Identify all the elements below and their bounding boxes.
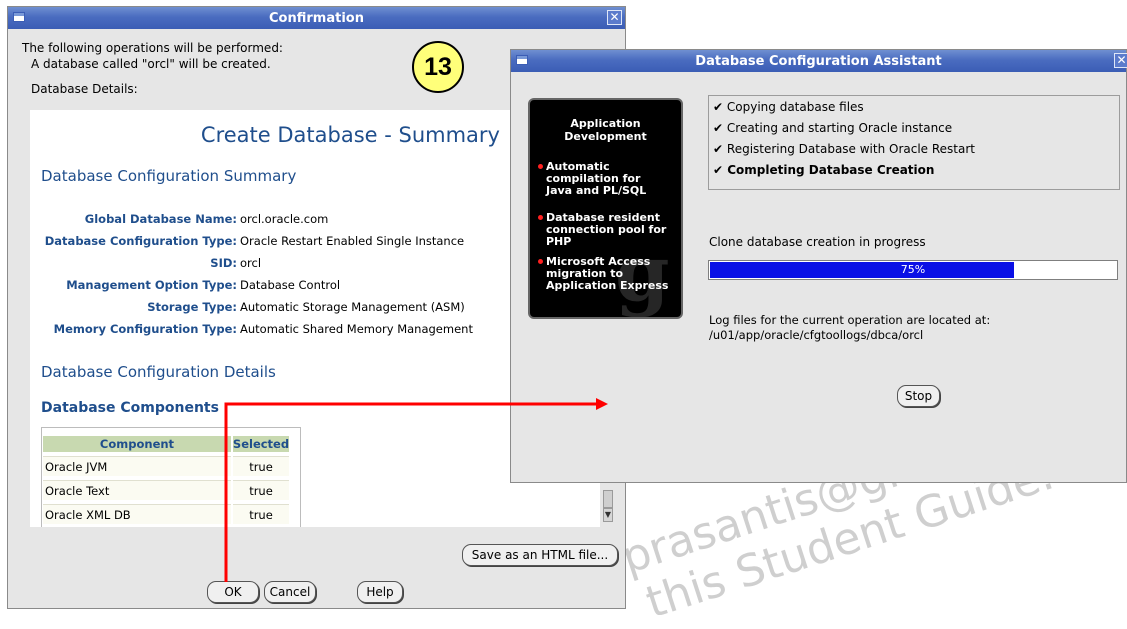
table-cell-selected: true	[233, 504, 289, 524]
window-menu-icon[interactable]	[13, 12, 25, 22]
progress-steps-list: ✔ Copying database files ✔ Creating and …	[708, 95, 1120, 190]
bullet-icon	[538, 259, 543, 264]
ad-item-line: PHP	[546, 235, 572, 248]
step-item: ✔ Copying database files	[713, 100, 864, 114]
intro-text: The following operations will be perform…	[22, 41, 283, 55]
field-label: Management Option Type:	[66, 278, 237, 292]
table-cell-selected: true	[233, 480, 289, 500]
scroll-down-arrow-icon[interactable]: ▼	[603, 508, 613, 522]
dbca-title: Database Configuration Assistant	[695, 53, 942, 69]
database-created-text: A database called "orcl" will be created…	[31, 57, 271, 71]
progress-bar: 75%	[708, 260, 1118, 280]
progress-percent-label: 75%	[900, 263, 926, 276]
field-value: Automatic Storage Management (ASM)	[240, 300, 465, 314]
ad-feature-item: Database resident connection pool for PH…	[538, 212, 666, 248]
ad-title-line: Development	[564, 130, 647, 143]
table-cell-component: Oracle Text	[43, 480, 231, 500]
bullet-icon	[538, 215, 543, 220]
table-cell-component: Oracle XML DB	[43, 504, 231, 524]
step-item-current: ✔ Completing Database Creation	[713, 163, 934, 177]
field-label: Global Database Name:	[84, 212, 237, 226]
config-summary-heading: Database Configuration Summary	[41, 167, 297, 185]
database-details-label: Database Details:	[31, 82, 138, 96]
ad-item-line: Application Express	[546, 279, 669, 292]
scrollbar-thumb[interactable]	[603, 490, 613, 508]
confirmation-titlebar: Confirmation ✕	[8, 7, 625, 29]
check-icon: ✔	[713, 142, 724, 156]
summary-title: Create Database - Summary	[200, 123, 500, 147]
ad-feature-item: Microsoft Access migration to Applicatio…	[538, 256, 669, 292]
field-value: orcl.oracle.com	[240, 212, 329, 226]
config-details-heading: Database Configuration Details	[41, 363, 276, 381]
field-label: Database Configuration Type:	[44, 234, 237, 248]
step-label: Copying database files	[726, 100, 864, 114]
table-header-selected: Selected	[232, 436, 290, 452]
table-cell-component: Oracle JVM	[43, 456, 231, 476]
step-number-badge: 13	[412, 41, 464, 93]
close-icon[interactable]: ✕	[607, 10, 622, 25]
components-table: Component Selected Oracle JVM true Oracl…	[41, 427, 301, 527]
window-menu-icon[interactable]	[516, 55, 528, 65]
components-heading: Database Components	[41, 400, 219, 416]
stop-button[interactable]: Stop	[897, 385, 940, 407]
table-cell-selected: true	[233, 456, 289, 476]
step-item: ✔ Creating and starting Oracle instance	[713, 121, 952, 135]
save-as-html-button[interactable]: Save as an HTML file...	[462, 544, 618, 566]
field-value: Database Control	[240, 278, 341, 292]
application-development-panel: g Application Development Automatic comp…	[528, 98, 683, 319]
ad-item-line: Java and PL/SQL	[546, 184, 647, 197]
confirmation-title: Confirmation	[269, 10, 364, 26]
close-icon[interactable]: ✕	[1114, 53, 1127, 68]
ad-title-line: Application	[570, 117, 641, 130]
ok-button[interactable]: OK	[207, 581, 259, 603]
check-icon: ✔	[713, 121, 724, 135]
check-icon: ✔	[713, 100, 724, 114]
step-label: Creating and starting Oracle instance	[726, 121, 953, 135]
status-text: Clone database creation in progress	[709, 235, 926, 249]
log-files-text: Log files for the current operation are …	[709, 313, 991, 327]
bullet-icon	[538, 164, 543, 169]
ad-feature-item: Automatic compilation for Java and PL/SQ…	[538, 161, 647, 197]
step-label: Completing Database Creation	[727, 163, 935, 177]
table-header-component: Component	[43, 436, 231, 452]
dbca-window: Database Configuration Assistant ✕ g App…	[510, 49, 1127, 483]
cancel-button[interactable]: Cancel	[264, 581, 316, 603]
field-label: Memory Configuration Type:	[53, 322, 237, 336]
field-value: Automatic Shared Memory Management	[240, 322, 473, 336]
field-value: orcl	[240, 256, 262, 270]
field-label: Storage Type:	[147, 300, 237, 314]
ad-panel-title: Application Development	[530, 117, 681, 143]
step-label: Registering Database with Oracle Restart	[726, 142, 976, 156]
field-label: SID:	[210, 256, 237, 270]
field-value: Oracle Restart Enabled Single Instance	[240, 234, 465, 248]
dbca-titlebar: Database Configuration Assistant ✕	[511, 50, 1127, 72]
check-icon: ✔	[713, 163, 724, 177]
log-files-path: /u01/app/oracle/cfgtoollogs/dbca/orcl	[709, 328, 924, 342]
step-item: ✔ Registering Database with Oracle Resta…	[713, 142, 975, 156]
help-button[interactable]: Help	[357, 581, 403, 603]
